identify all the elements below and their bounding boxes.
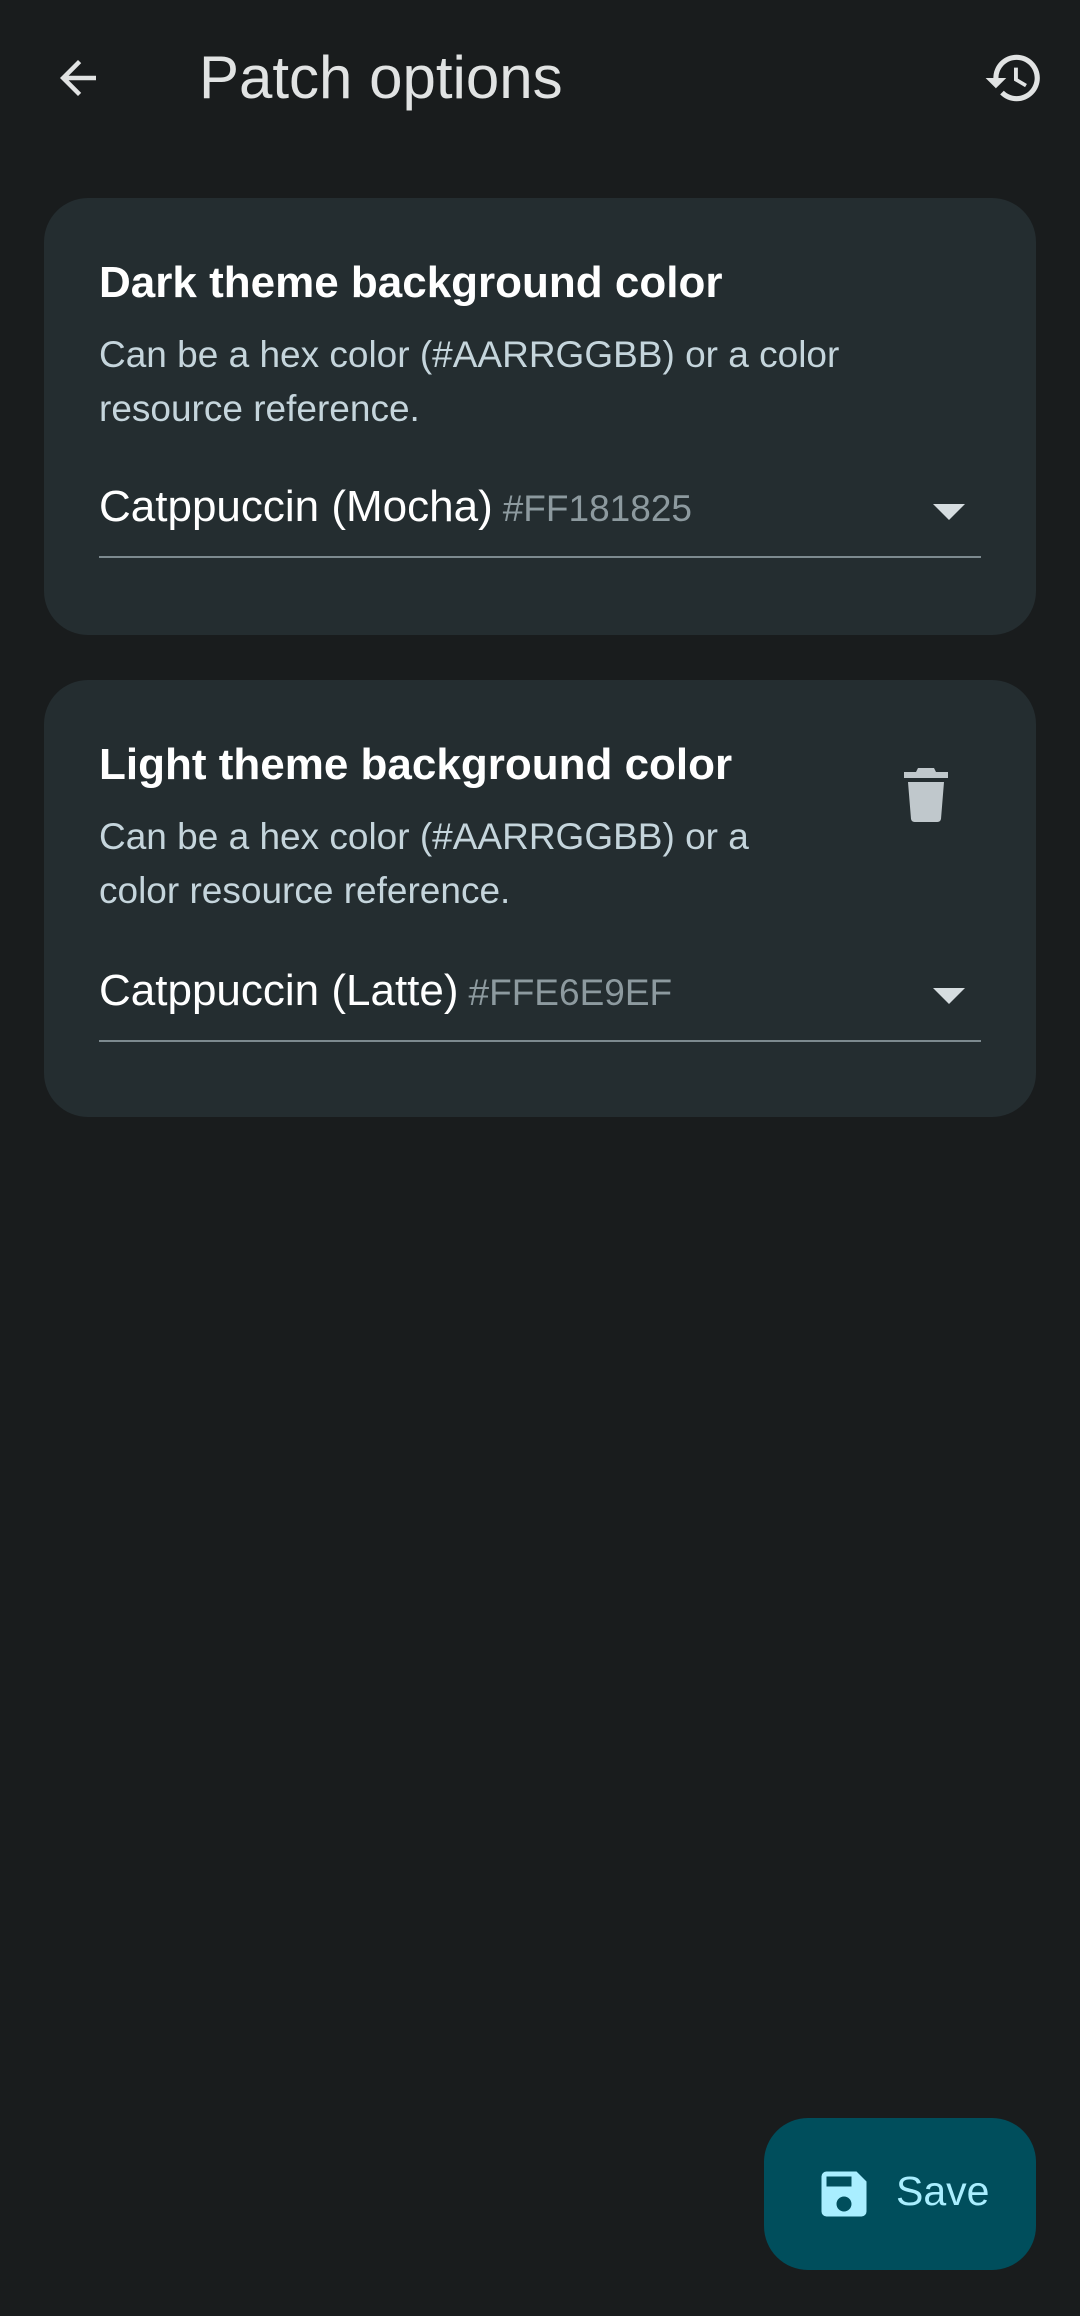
option-description: Can be a hex color (#AARRGGBB) or a colo… — [99, 816, 749, 911]
dropdown-value: Catppuccin (Latte) #FFE6E9EF — [99, 966, 672, 1016]
color-dropdown[interactable]: Catppuccin (Mocha) #FF181825 — [99, 476, 981, 558]
selected-color-hex: #FF181825 — [502, 488, 692, 529]
option-title: Dark theme background color — [99, 258, 723, 307]
color-dropdown[interactable]: Catppuccin (Latte) #FFE6E9EF — [99, 960, 981, 1042]
option-card-dark-theme: Dark theme background color Can be a hex… — [44, 198, 1036, 635]
dropdown-value: Catppuccin (Mocha) #FF181825 — [99, 482, 692, 532]
option-title: Light theme background color — [99, 740, 733, 789]
history-button[interactable] — [972, 36, 1056, 120]
selected-color-name: Catppuccin (Mocha) — [99, 482, 493, 531]
arrow-back-icon — [60, 60, 96, 96]
dropdown-arrow-icon — [933, 988, 965, 1004]
save-icon — [821, 2171, 867, 2217]
save-button-label: Save — [896, 2168, 990, 2214]
save-button[interactable]: Save — [764, 2118, 1036, 2270]
option-description: Can be a hex color (#AARRGGBB) or a colo… — [99, 334, 840, 429]
back-button[interactable] — [36, 36, 120, 120]
trash-icon — [904, 768, 948, 822]
option-card-light-theme: Light theme background color Can be a he… — [44, 680, 1036, 1117]
selected-color-name: Catppuccin (Latte) — [99, 966, 459, 1015]
top-app-bar: Patch options — [0, 0, 1080, 156]
dropdown-arrow-icon — [933, 504, 965, 520]
page-title: Patch options — [199, 44, 563, 111]
reset-option-button[interactable] — [884, 752, 968, 836]
history-icon — [985, 54, 1040, 102]
selected-color-hex: #FFE6E9EF — [468, 972, 673, 1013]
